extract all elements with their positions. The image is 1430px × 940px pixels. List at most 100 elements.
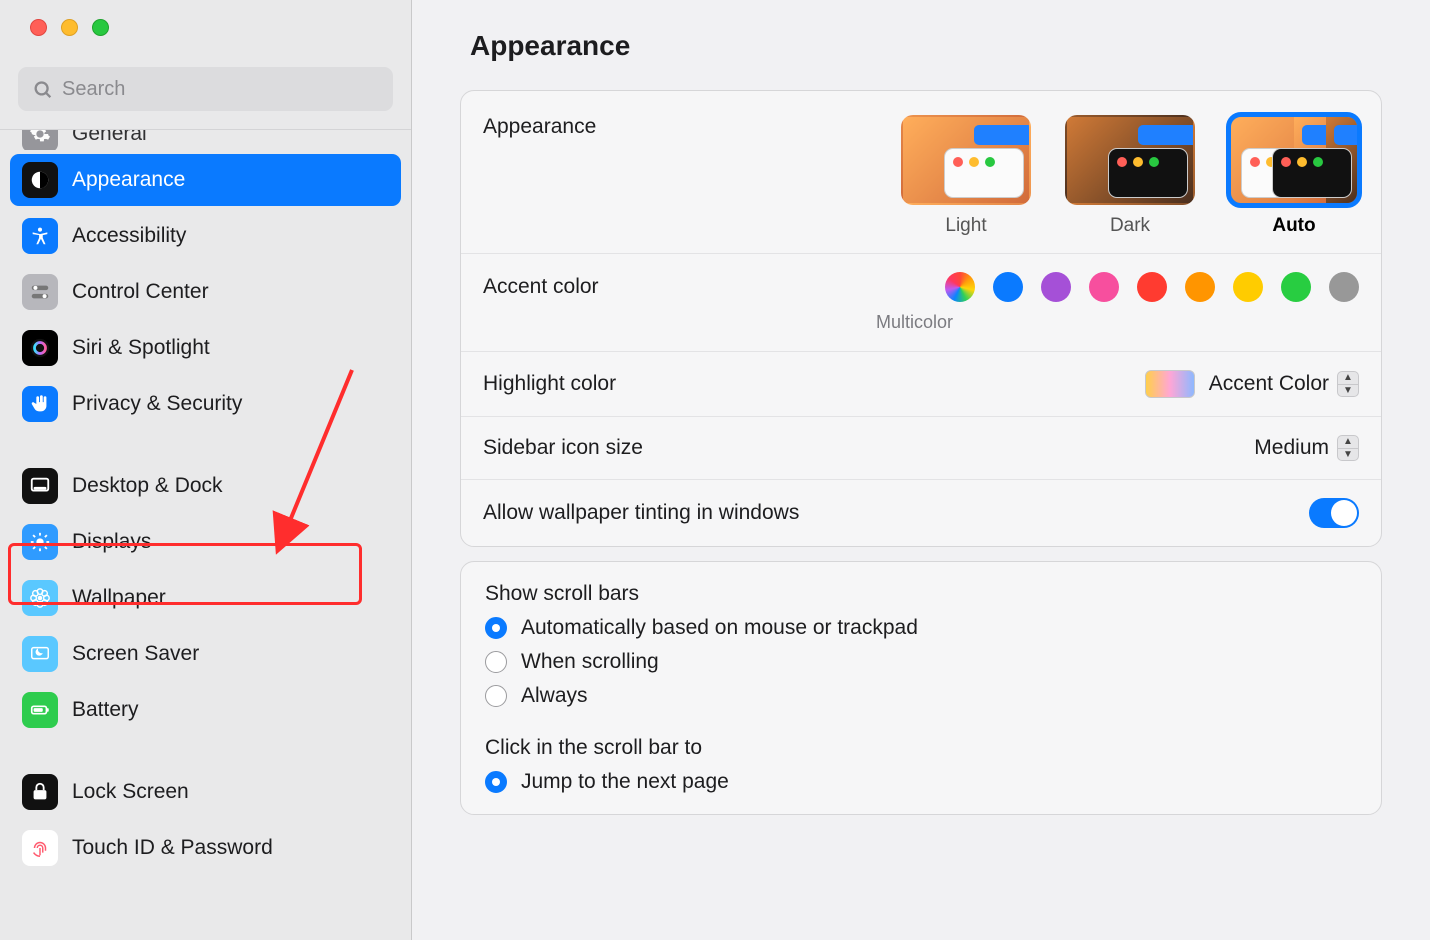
sidebar-item-label: Siri & Spotlight (72, 336, 389, 360)
highlight-swatch (1145, 370, 1195, 398)
switches-icon (22, 274, 58, 310)
row-appearance: Appearance Light Dark Auto (461, 91, 1381, 254)
sidebar-item-wallpaper[interactable]: Wallpaper (10, 572, 401, 624)
scrollbars-option[interactable]: When scrolling (485, 650, 1357, 674)
settings-panel-scroll: Show scroll bars Automatically based on … (460, 561, 1382, 815)
row-highlight: Highlight color Accent Color ▲ ▼ (461, 352, 1381, 417)
row-wallpaper-tint: Allow wallpaper tinting in windows (461, 480, 1381, 546)
radio-label: Always (521, 684, 588, 708)
group-title: Click in the scroll bar to (485, 736, 1357, 760)
sidebar-item-label: Battery (72, 698, 389, 722)
sidebar-item-appearance[interactable]: Appearance (10, 154, 401, 206)
appearance-thumb (1065, 115, 1195, 205)
accent-color-blue[interactable] (993, 272, 1023, 302)
row-label: Appearance (483, 115, 901, 139)
sidebar-item-desktopdock[interactable]: Desktop & Dock (10, 460, 401, 512)
accent-color-orange[interactable] (1185, 272, 1215, 302)
accent-color-yellow[interactable] (1233, 272, 1263, 302)
flower-icon (22, 580, 58, 616)
search-icon (32, 79, 54, 101)
radio-label: Automatically based on mouse or trackpad (521, 616, 918, 640)
row-sidebar-icon-size: Sidebar icon size Medium ▲ ▼ (461, 417, 1381, 480)
sidebar-item-displays[interactable]: Displays (10, 516, 401, 568)
dock-icon (22, 468, 58, 504)
sidebar-item-general[interactable]: General (10, 129, 401, 150)
accent-color-pink[interactable] (1089, 272, 1119, 302)
sidebar-item-battery[interactable]: Battery (10, 684, 401, 736)
appearance-thumb (1229, 115, 1359, 205)
wallpaper-tint-toggle[interactable] (1309, 498, 1359, 528)
sidebar-size-value: Medium (1254, 436, 1329, 460)
appearance-option-dark[interactable]: Dark (1065, 115, 1195, 237)
row-label: Sidebar icon size (483, 436, 1254, 460)
sidebar-item-screensaver[interactable]: Screen Saver (10, 628, 401, 680)
moon-icon (22, 636, 58, 672)
appearance-option-auto[interactable]: Auto (1229, 115, 1359, 237)
appearance-icon (22, 162, 58, 198)
chevron-up-icon: ▲ (1338, 436, 1358, 449)
sidebar-scroll[interactable]: General Appearance Accessibility Control Ce… (0, 129, 411, 940)
sidebar-item-label: Wallpaper (72, 586, 389, 610)
window-zoom-button[interactable] (92, 19, 109, 36)
row-label: Allow wallpaper tinting in windows (483, 501, 1309, 525)
scrollbars-option[interactable]: Automatically based on mouse or trackpad (485, 616, 1357, 640)
sidebar-item-label: Lock Screen (72, 780, 389, 804)
click-scroll-option[interactable]: Jump to the next page (485, 770, 1357, 794)
chevron-up-icon: ▲ (1338, 372, 1358, 385)
accent-color-graphite[interactable] (1329, 272, 1359, 302)
sidebar-item-siri[interactable]: Siri & Spotlight (10, 322, 401, 374)
gear-icon (22, 129, 58, 150)
radio-label: When scrolling (521, 650, 659, 674)
appearance-thumb (901, 115, 1031, 205)
row-label: Accent color (483, 275, 945, 299)
sidebar-item-privacy[interactable]: Privacy & Security (10, 378, 401, 430)
radio-icon (485, 617, 507, 639)
sidebar-item-accessibility[interactable]: Accessibility (10, 210, 401, 262)
sidebar-item-label: Desktop & Dock (72, 474, 389, 498)
accent-selected-name: Multicolor (483, 312, 1359, 333)
group-scrollbars: Show scroll bars Automatically based on … (485, 582, 1357, 708)
accent-color-red[interactable] (1137, 272, 1167, 302)
sidebar-item-label: Displays (72, 530, 389, 554)
settings-window: General Appearance Accessibility Control Ce… (0, 0, 1430, 940)
sun-icon (22, 524, 58, 560)
search-wrap (0, 55, 411, 129)
settings-panel-appearance: Appearance Light Dark Auto Accent color Mu… (460, 90, 1382, 547)
window-minimize-button[interactable] (61, 19, 78, 36)
accessibility-icon (22, 218, 58, 254)
radio-icon (485, 685, 507, 707)
fingerprint-icon (22, 830, 58, 866)
appearance-option-label: Light (901, 215, 1031, 237)
accent-color-green[interactable] (1281, 272, 1311, 302)
hand-icon (22, 386, 58, 422)
accent-color-multicolor[interactable] (945, 272, 975, 302)
titlebar (0, 0, 411, 55)
search-input[interactable] (18, 67, 393, 111)
radio-icon (485, 771, 507, 793)
window-close-button[interactable] (30, 19, 47, 36)
sidebar: General Appearance Accessibility Control Ce… (0, 0, 412, 940)
main-content: Appearance Appearance Light Dark Auto Acce… (412, 0, 1430, 940)
appearance-option-light[interactable]: Light (901, 115, 1031, 237)
scrollbars-option[interactable]: Always (485, 684, 1357, 708)
sidebar-item-label: Control Center (72, 280, 389, 304)
sidebar-item-label: Screen Saver (72, 642, 389, 666)
sidebar-item-lockscreen[interactable]: Lock Screen (10, 766, 401, 818)
sidebar-item-controlcenter[interactable]: Control Center (10, 266, 401, 318)
sidebar-item-label: Accessibility (72, 224, 389, 248)
appearance-option-label: Dark (1065, 215, 1195, 237)
highlight-stepper[interactable]: ▲ ▼ (1337, 371, 1359, 397)
group-title: Show scroll bars (485, 582, 1357, 606)
page-title: Appearance (470, 30, 630, 62)
radio-label: Jump to the next page (521, 770, 729, 794)
sidebar-item-label: General (72, 129, 389, 146)
radio-icon (485, 651, 507, 673)
group-click-scroll: Click in the scroll bar to Jump to the n… (485, 736, 1357, 794)
sidebar-size-stepper[interactable]: ▲ ▼ (1337, 435, 1359, 461)
sidebar-item-touchid[interactable]: Touch ID & Password (10, 822, 401, 874)
accent-color-purple[interactable] (1041, 272, 1071, 302)
battery-icon (22, 692, 58, 728)
highlight-value: Accent Color (1209, 372, 1329, 396)
sidebar-item-label: Appearance (72, 168, 389, 192)
siri-icon (22, 330, 58, 366)
